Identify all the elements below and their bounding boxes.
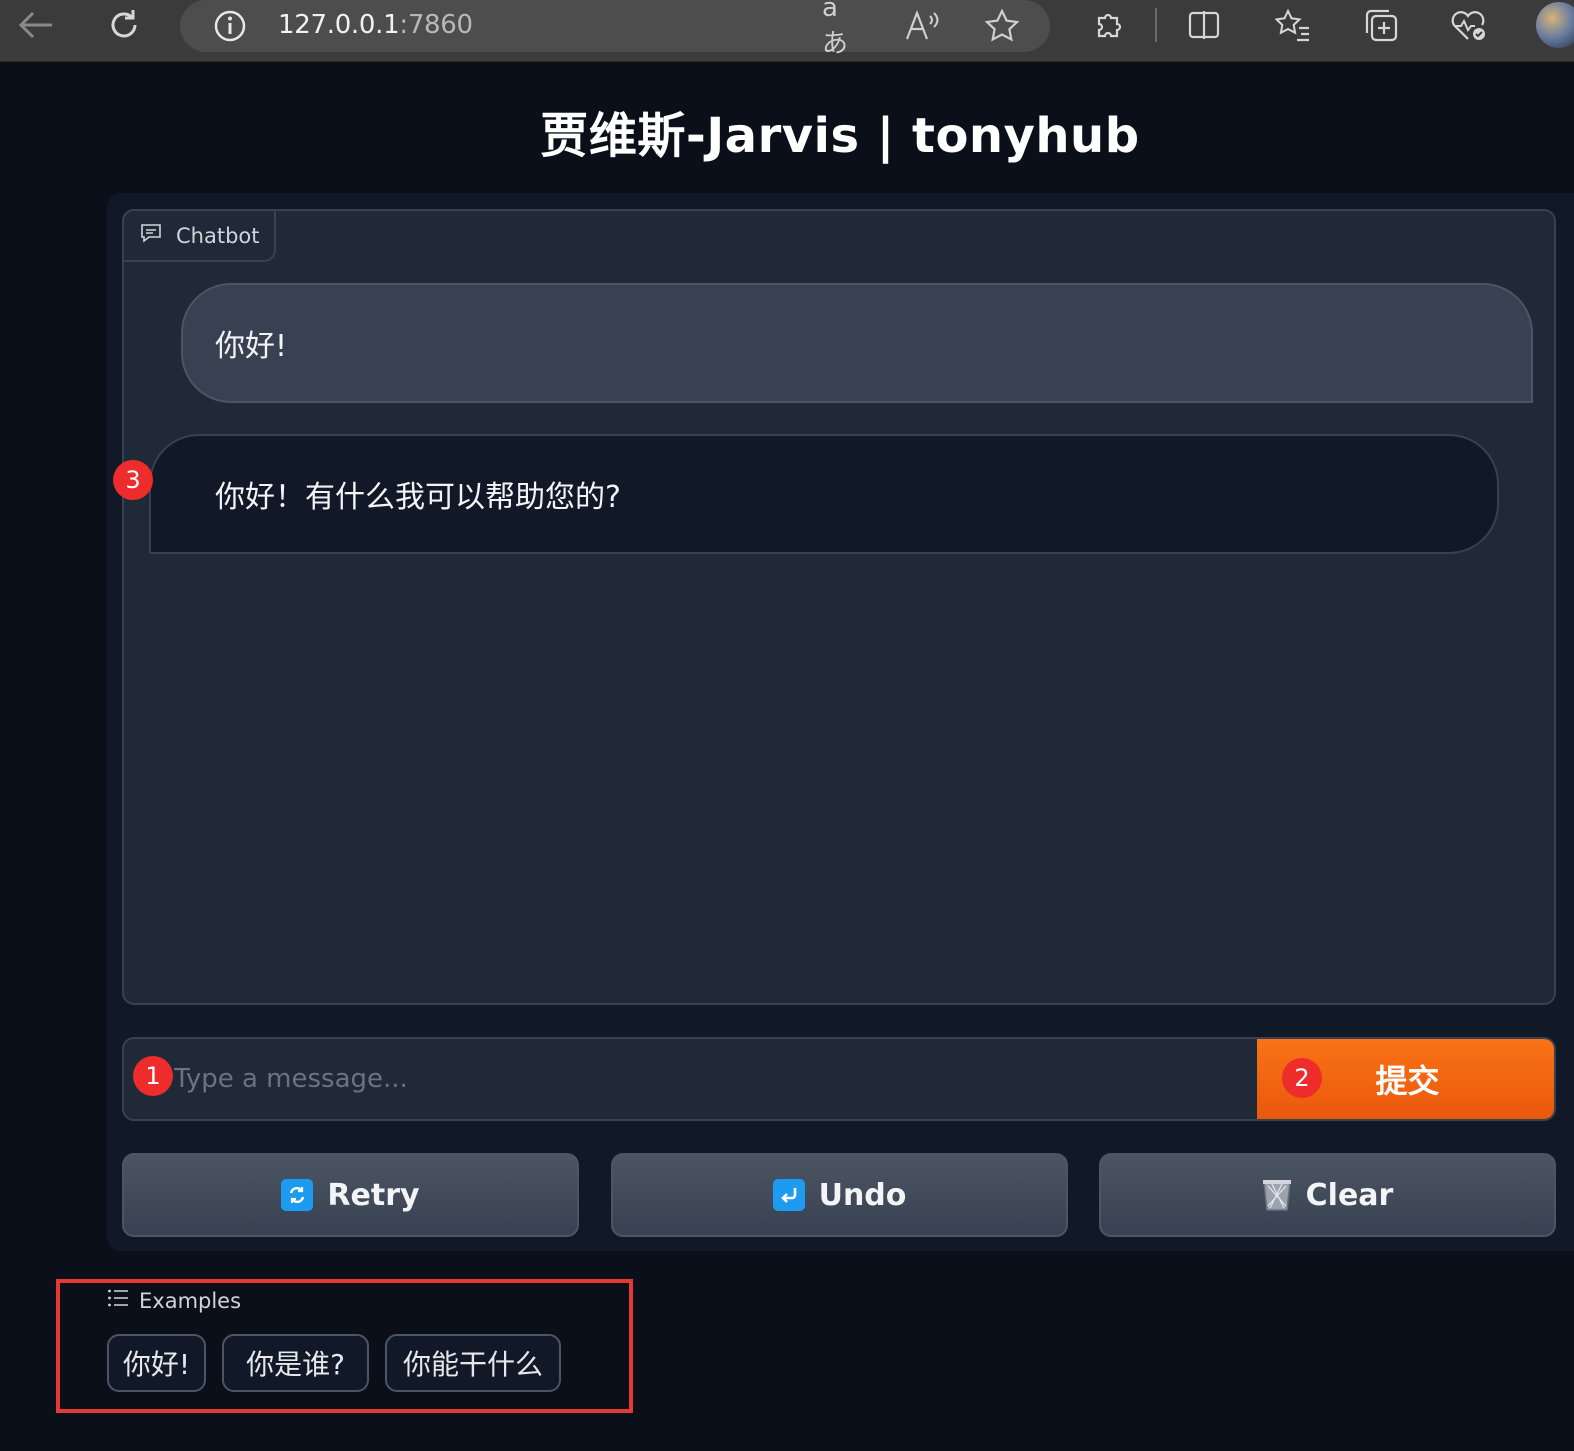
example-chip[interactable]: 你是谁?	[222, 1334, 369, 1392]
undo-label: Undo	[818, 1177, 907, 1213]
bot-message: 你好！有什么我可以帮助您的?	[149, 434, 1499, 554]
retry-label: Retry	[327, 1177, 420, 1213]
clear-label: Clear	[1305, 1177, 1394, 1213]
profile-avatar[interactable]	[1536, 2, 1574, 48]
address-bar[interactable]: 127.0.0.1:7860 aあ	[180, 0, 1050, 59]
annotation-badge-3: 3	[113, 460, 153, 500]
url-host: 127.0.0.1	[278, 10, 400, 40]
annotation-badge-2: 2	[1282, 1058, 1322, 1098]
wastebasket-icon	[1262, 1178, 1292, 1212]
clear-button[interactable]: Clear	[1099, 1153, 1556, 1237]
reload-icon[interactable]	[98, 4, 150, 46]
examples-label: Examples	[107, 1288, 241, 1313]
undo-icon	[772, 1179, 805, 1211]
user-message: 你好!	[181, 283, 1533, 403]
browser-essentials-icon[interactable]	[1442, 4, 1494, 46]
url-port: :7860	[399, 10, 473, 40]
collections-icon[interactable]	[1355, 4, 1407, 46]
chatbot-panel: Chatbot 你好! 你好！有什么我可以帮助您的?	[122, 209, 1556, 1005]
browser-toolbar: 127.0.0.1:7860 aあ	[0, 0, 1574, 62]
undo-button[interactable]: Undo	[611, 1153, 1068, 1237]
page-title: 贾维斯-Jarvis | tonyhub	[540, 108, 1140, 164]
annotation-badge-1: 1	[133, 1056, 173, 1096]
bot-message-text: 你好！有什么我可以帮助您的?	[215, 480, 621, 515]
chatbot-label-text: Chatbot	[176, 223, 260, 248]
url-text[interactable]: 127.0.0.1:7860	[278, 10, 473, 40]
submit-button-label: 提交	[1375, 1062, 1440, 1100]
toolbar-separator	[1155, 8, 1157, 42]
read-aloud-icon[interactable]	[902, 6, 942, 46]
example-chip[interactable]: 你好!	[107, 1334, 206, 1392]
message-input-row: 提交	[122, 1037, 1556, 1121]
back-arrow-icon[interactable]	[10, 4, 62, 46]
chatbot-label: Chatbot	[122, 209, 276, 262]
favorites-list-icon[interactable]	[1267, 4, 1319, 46]
retry-button[interactable]: Retry	[122, 1153, 579, 1237]
info-icon[interactable]	[212, 8, 248, 44]
message-input[interactable]	[124, 1039, 1257, 1119]
translate-icon[interactable]: aあ	[822, 0, 862, 59]
chat-bubble-icon	[140, 223, 162, 248]
list-icon	[107, 1288, 129, 1313]
user-message-text: 你好!	[215, 329, 288, 364]
examples-label-text: Examples	[139, 1288, 242, 1313]
split-screen-icon[interactable]	[1178, 4, 1230, 46]
extensions-icon[interactable]	[1082, 4, 1134, 46]
example-chip[interactable]: 你能干什么	[385, 1334, 561, 1392]
favorite-star-icon[interactable]	[982, 6, 1022, 46]
retry-icon	[281, 1179, 314, 1211]
